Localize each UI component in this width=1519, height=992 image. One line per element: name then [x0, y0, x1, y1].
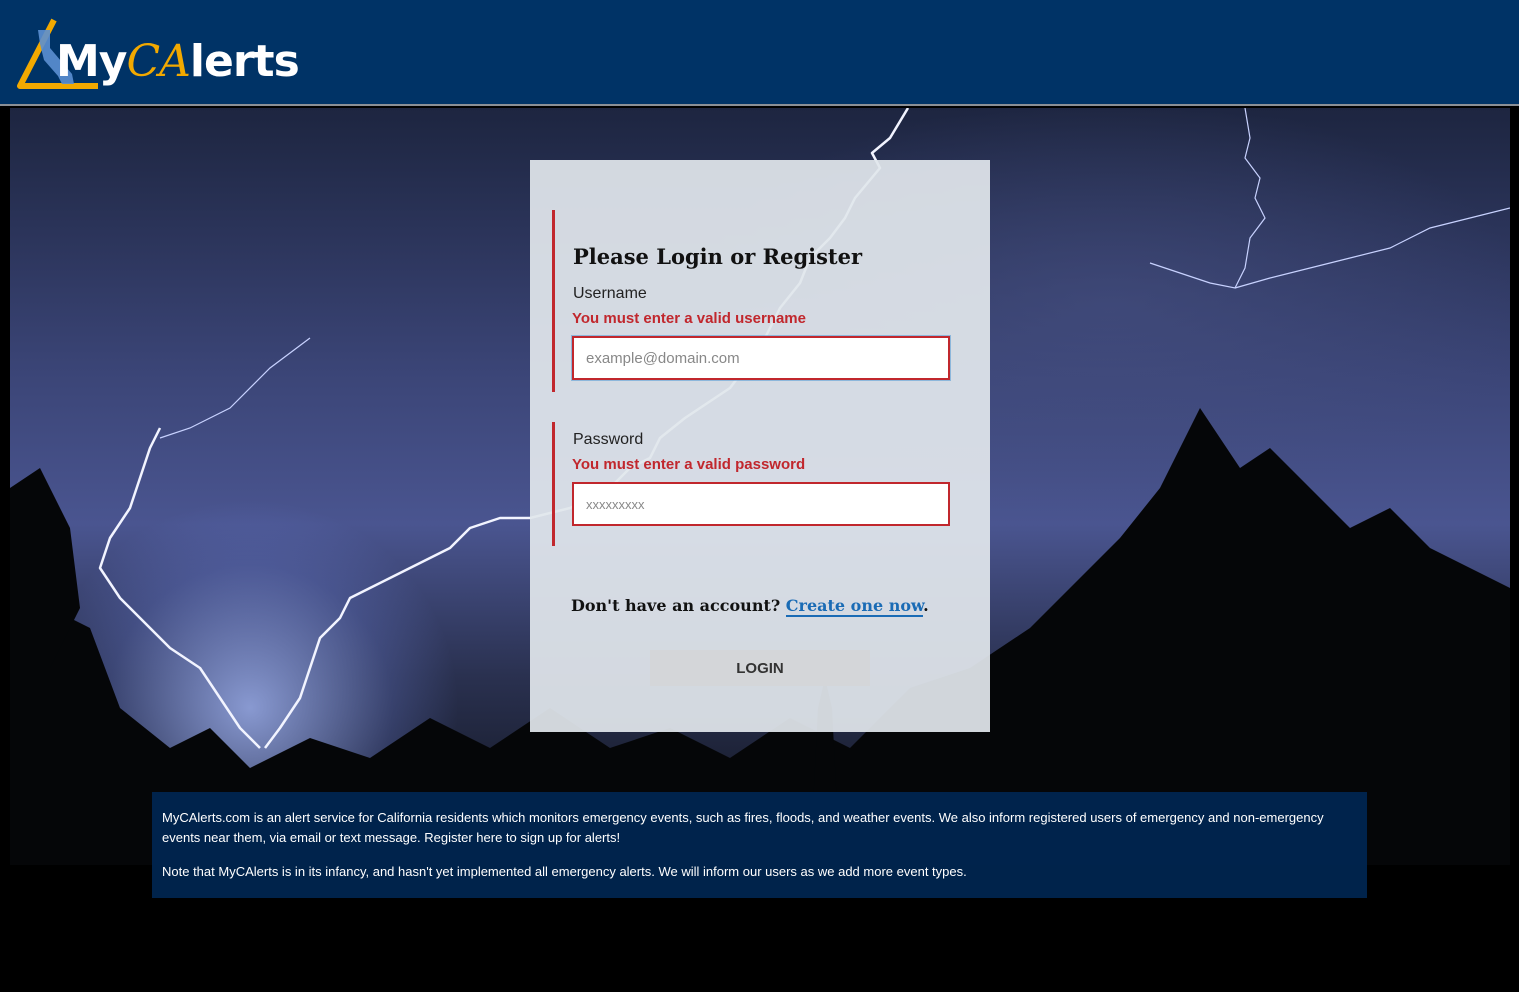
- logo-suffix: lerts: [189, 36, 300, 87]
- login-panel: Please Login or Register Username You mu…: [530, 160, 990, 732]
- register-prompt-text: Don't have an account?: [571, 596, 781, 615]
- password-field-group: Password You must enter a valid password: [552, 422, 972, 546]
- login-button[interactable]: LOGIN: [650, 650, 870, 686]
- password-input[interactable]: [572, 482, 950, 526]
- create-account-link[interactable]: Create one now: [785, 596, 924, 617]
- username-label: Username: [573, 285, 647, 302]
- login-title: Please Login or Register: [573, 244, 863, 269]
- password-label: Password: [573, 431, 644, 448]
- site-header: MyCAlerts: [0, 0, 1519, 106]
- mycalerts-logo[interactable]: MyCAlerts: [14, 14, 300, 94]
- username-field-group: Please Login or Register Username You mu…: [552, 210, 972, 392]
- username-error: You must enter a valid username: [572, 310, 806, 327]
- username-input[interactable]: [572, 336, 950, 380]
- note-paragraph: Note that MyCAlerts is in its infancy, a…: [162, 864, 967, 879]
- password-error: You must enter a valid password: [572, 456, 806, 473]
- register-prompt: Don't have an account? Create one now.: [571, 596, 929, 617]
- logo-ca: CA: [126, 36, 190, 87]
- register-suffix: .: [923, 596, 929, 615]
- logo-prefix: My: [56, 36, 127, 87]
- about-paragraph: MyCAlerts.com is an alert service for Ca…: [162, 810, 1324, 845]
- logo-wordmark: MyCAlerts: [56, 32, 300, 92]
- about-info-box: MyCAlerts.com is an alert service for Ca…: [152, 792, 1367, 898]
